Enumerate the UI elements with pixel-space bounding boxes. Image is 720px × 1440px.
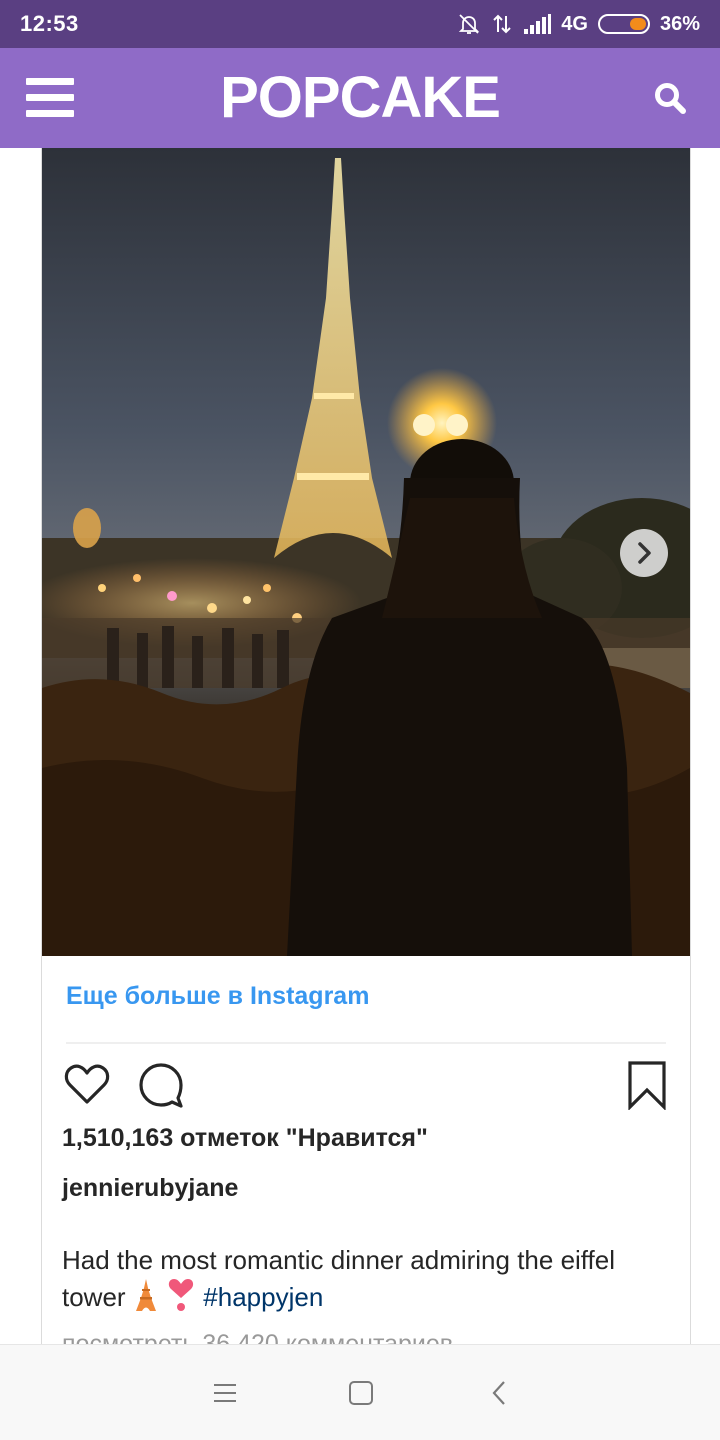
status-icons: 4G 36% — [457, 12, 700, 36]
instagram-embed: Еще больше в Instagram 1,510,163 отметок… — [41, 148, 691, 1344]
heart-icon[interactable] — [62, 1060, 112, 1110]
hashtag-link[interactable]: #happyjen — [203, 1282, 323, 1312]
battery-icon — [597, 14, 650, 34]
system-nav-bar — [0, 1344, 720, 1440]
post-photo[interactable] — [42, 148, 690, 956]
more-on-instagram-link[interactable]: Еще больше в Instagram — [66, 982, 369, 1011]
chevron-right-icon[interactable] — [620, 529, 668, 577]
post-actions — [62, 1060, 672, 1112]
status-time: 12:53 — [20, 11, 79, 36]
home-icon[interactable] — [341, 1373, 381, 1413]
network-type: 4G — [561, 12, 588, 35]
likes-count: 1,510,163 отметок "Нравится" — [62, 1124, 428, 1152]
status-bar: 12:53 4G 36% — [0, 0, 720, 48]
search-icon[interactable] — [650, 78, 690, 118]
bell-muted-icon — [457, 12, 481, 36]
view-comments-link[interactable]: посмотреть 36 420 комментариев — [62, 1330, 453, 1344]
post-caption: Had the most romantic dinner admiring th… — [62, 1242, 672, 1321]
recent-apps-icon[interactable] — [205, 1373, 245, 1413]
tower-icon — [133, 1278, 159, 1321]
back-icon[interactable] — [479, 1373, 519, 1413]
battery-percent: 36% — [659, 12, 700, 35]
popcake-logo[interactable]: POPCAKE — [0, 68, 720, 128]
data-transfer-icon — [491, 12, 513, 36]
heart-exclamation-icon — [166, 1278, 196, 1321]
signal-icon — [523, 13, 552, 35]
screen: 12:53 4G 36% POPCAKE Еще больше в Instag… — [0, 0, 720, 1440]
content-area[interactable]: Еще больше в Instagram 1,510,163 отметок… — [0, 148, 720, 1344]
bookmark-icon[interactable] — [622, 1060, 672, 1111]
divider — [66, 1042, 666, 1044]
comment-icon[interactable] — [136, 1060, 186, 1110]
app-header: POPCAKE — [0, 48, 720, 148]
post-username[interactable]: jennierubyjane — [62, 1174, 238, 1203]
